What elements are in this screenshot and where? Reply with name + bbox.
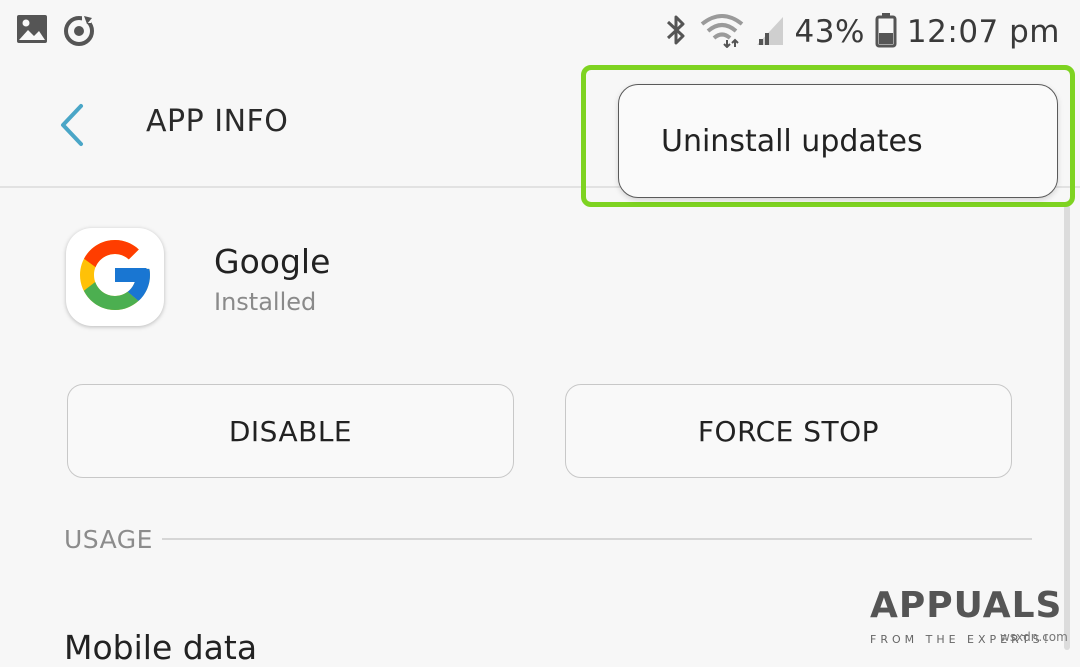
cell-signal-icon (755, 13, 785, 51)
mobile-data-item[interactable]: Mobile data (64, 628, 257, 667)
status-bar: 43% 12:07 pm (0, 0, 1080, 62)
bluetooth-icon (663, 12, 689, 52)
watermark-site: wsxdn.com (1000, 630, 1068, 644)
clock: 12:07 pm (906, 14, 1060, 50)
scrollbar[interactable] (1064, 205, 1070, 650)
watermark-brand: APPUALS (870, 585, 1063, 626)
chevron-left-icon (57, 102, 87, 152)
battery-icon (875, 12, 897, 52)
back-button[interactable] (52, 102, 92, 152)
usage-section-label: USAGE (64, 525, 153, 554)
page-title: APP INFO (146, 104, 289, 139)
app-install-status: Installed (214, 288, 317, 316)
wifi-icon (699, 12, 745, 52)
usage-divider (162, 538, 1032, 540)
app-name: Google (214, 242, 331, 281)
uninstall-updates-menu-item[interactable]: Uninstall updates (619, 85, 1057, 197)
app-icon (66, 228, 164, 326)
google-logo-icon (73, 233, 157, 321)
overflow-menu: Uninstall updates (618, 84, 1058, 198)
force-stop-button[interactable]: FORCE STOP (565, 384, 1012, 478)
disable-button[interactable]: DISABLE (67, 384, 514, 478)
gallery-icon (16, 14, 48, 48)
status-icons: 43% 12:07 pm (663, 10, 1060, 54)
sync-icon (62, 14, 96, 52)
battery-percent: 43% (794, 14, 865, 50)
